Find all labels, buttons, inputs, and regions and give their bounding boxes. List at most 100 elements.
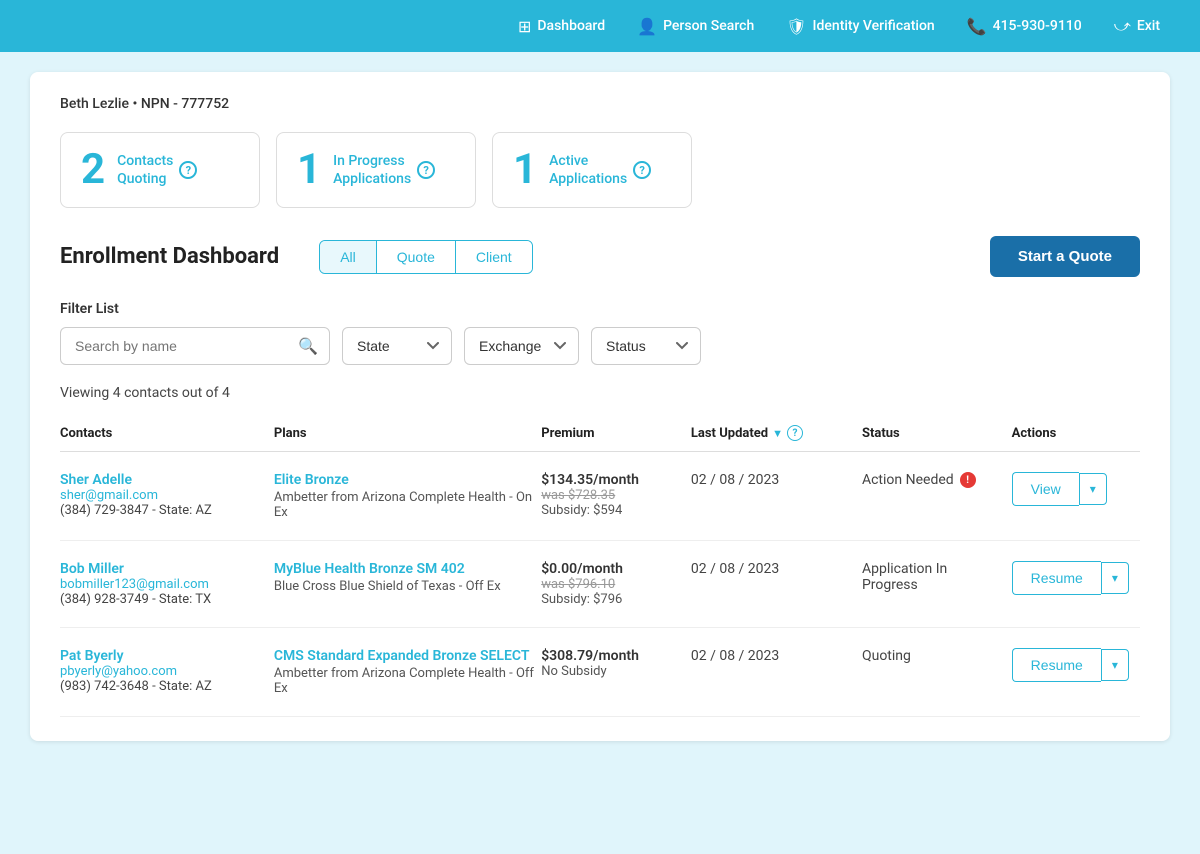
stat-number-in-progress: 1 xyxy=(297,149,321,191)
stat-in-progress: 1 In ProgressApplications ? xyxy=(276,132,476,208)
premium-cell-pat: $308.79/month No Subsidy xyxy=(541,648,691,679)
action-dropdown-sher[interactable]: ▾ xyxy=(1079,473,1107,505)
page-title: Enrollment Dashboard xyxy=(60,244,279,269)
start-quote-button[interactable]: Start a Quote xyxy=(990,236,1140,277)
grid-icon: ⊞ xyxy=(518,17,531,36)
status-sher: Action Needed ! xyxy=(862,472,1012,488)
actions-sher: View ▾ xyxy=(1012,472,1140,506)
last-updated-bob: 02 / 08 / 2023 xyxy=(691,561,862,577)
dashboard-header: Enrollment Dashboard All Quote Client St… xyxy=(60,236,1140,277)
contact-name-pat[interactable]: Pat Byerly xyxy=(60,648,274,664)
nav-phone[interactable]: 📞 415-930-9110 xyxy=(967,17,1082,36)
contact-cell-bob: Bob Miller bobmiller123@gmail.com (384) … xyxy=(60,561,274,607)
filter-list-label: Filter List xyxy=(60,301,1140,317)
stat-label-in-progress: In ProgressApplications xyxy=(333,152,411,188)
premium-subsidy-sher: Subsidy: $594 xyxy=(541,503,691,518)
th-actions: Actions xyxy=(1012,425,1140,441)
stat-number-active: 1 xyxy=(513,149,537,191)
table-row: Pat Byerly pbyerly@yahoo.com (983) 742-3… xyxy=(60,628,1140,717)
view-button-sher[interactable]: View xyxy=(1012,472,1079,506)
last-updated-sher: 02 / 08 / 2023 xyxy=(691,472,862,488)
status-dropdown[interactable]: Status xyxy=(591,327,701,365)
actions-pat: Resume ▾ xyxy=(1012,648,1140,682)
plan-name-pat[interactable]: CMS Standard Expanded Bronze SELECT xyxy=(274,648,541,664)
in-progress-help-icon[interactable]: ? xyxy=(417,161,435,179)
premium-was-bob: was $796.10 xyxy=(541,577,691,592)
table-header: Contacts Plans Premium Last Updated ▼ ? … xyxy=(60,417,1140,452)
phone-icon: 📞 xyxy=(967,17,987,36)
search-input[interactable] xyxy=(60,327,330,365)
premium-was-sher: was $728.35 xyxy=(541,488,691,503)
tab-quote[interactable]: Quote xyxy=(377,241,456,273)
th-premium: Premium xyxy=(541,425,691,441)
filter-tabs: All Quote Client xyxy=(319,240,533,274)
plan-cell-sher: Elite Bronze Ambetter from Arizona Compl… xyxy=(274,472,541,520)
plan-provider-sher: Ambetter from Arizona Complete Health - … xyxy=(274,490,541,520)
agent-name: Beth Lezlie xyxy=(60,96,129,112)
contact-phone-bob: (384) 928-3749 - State: TX xyxy=(60,592,274,607)
table-row: Bob Miller bobmiller123@gmail.com (384) … xyxy=(60,541,1140,628)
last-updated-pat: 02 / 08 / 2023 xyxy=(691,648,862,664)
agent-info: Beth Lezlie • NPN - 777752 xyxy=(60,96,1140,112)
actions-bob: Resume ▾ xyxy=(1012,561,1140,595)
search-icon: 🔍 xyxy=(298,337,318,356)
premium-cell-bob: $0.00/month was $796.10 Subsidy: $796 xyxy=(541,561,691,607)
status-error-icon-sher: ! xyxy=(960,472,976,488)
premium-amount-pat: $308.79/month xyxy=(541,648,691,664)
filter-controls: 🔍 State Exchange Status xyxy=(60,327,1140,365)
contact-email-bob[interactable]: bobmiller123@gmail.com xyxy=(60,577,274,592)
exit-icon: ⤻ xyxy=(1114,16,1131,36)
viewing-info: Viewing 4 contacts out of 4 xyxy=(60,385,1140,401)
filter-section: Filter List 🔍 State Exchange Status xyxy=(60,301,1140,365)
nav-dashboard[interactable]: ⊞ Dashboard xyxy=(518,17,605,36)
resume-button-pat[interactable]: Resume xyxy=(1012,648,1101,682)
plan-cell-bob: MyBlue Health Bronze SM 402 Blue Cross B… xyxy=(274,561,541,594)
state-dropdown[interactable]: State xyxy=(342,327,452,365)
contact-email-sher[interactable]: sher@gmail.com xyxy=(60,488,274,503)
stat-active-applications: 1 ActiveApplications ? xyxy=(492,132,692,208)
nav-person-search[interactable]: 👤 Person Search xyxy=(637,17,754,36)
plan-cell-pat: CMS Standard Expanded Bronze SELECT Ambe… xyxy=(274,648,541,696)
th-status: Status xyxy=(862,425,1012,441)
nav-identity-verification[interactable]: 🛡 Identity Verification xyxy=(786,17,934,36)
premium-subsidy-pat: No Subsidy xyxy=(541,664,691,679)
main-wrapper: Beth Lezlie • NPN - 777752 2 ContactsQuo… xyxy=(0,52,1200,771)
resume-button-bob[interactable]: Resume xyxy=(1012,561,1101,595)
th-last-updated[interactable]: Last Updated ▼ ? xyxy=(691,425,862,441)
status-bob: Application InProgress xyxy=(862,561,1012,593)
stat-label-active: ActiveApplications xyxy=(549,152,627,188)
exchange-dropdown[interactable]: Exchange xyxy=(464,327,579,365)
premium-amount-bob: $0.00/month xyxy=(541,561,691,577)
plan-provider-pat: Ambetter from Arizona Complete Health - … xyxy=(274,666,541,696)
contact-cell-pat: Pat Byerly pbyerly@yahoo.com (983) 742-3… xyxy=(60,648,274,694)
premium-subsidy-bob: Subsidy: $796 xyxy=(541,592,691,607)
premium-cell-sher: $134.35/month was $728.35 Subsidy: $594 xyxy=(541,472,691,518)
tab-client[interactable]: Client xyxy=(456,241,532,273)
person-icon: 👤 xyxy=(637,17,657,36)
content-card: Beth Lezlie • NPN - 777752 2 ContactsQuo… xyxy=(30,72,1170,741)
stat-label-contacts: ContactsQuoting xyxy=(117,152,173,188)
th-plans: Plans xyxy=(274,425,541,441)
stat-contacts-quoting: 2 ContactsQuoting ? xyxy=(60,132,260,208)
action-dropdown-pat[interactable]: ▾ xyxy=(1101,649,1129,681)
th-contacts: Contacts xyxy=(60,425,274,441)
shield-icon: 🛡 xyxy=(786,17,806,36)
header-left: Enrollment Dashboard All Quote Client xyxy=(60,240,533,274)
plan-name-bob[interactable]: MyBlue Health Bronze SM 402 xyxy=(274,561,541,577)
tab-all[interactable]: All xyxy=(320,241,377,273)
contact-name-bob[interactable]: Bob Miller xyxy=(60,561,274,577)
plan-name-sher[interactable]: Elite Bronze xyxy=(274,472,541,488)
plan-provider-bob: Blue Cross Blue Shield of Texas - Off Ex xyxy=(274,579,541,594)
status-pat: Quoting xyxy=(862,648,1012,664)
contact-name-sher[interactable]: Sher Adelle xyxy=(60,472,274,488)
action-dropdown-bob[interactable]: ▾ xyxy=(1101,562,1129,594)
stat-number-contacts: 2 xyxy=(81,149,105,191)
contact-email-pat[interactable]: pbyerly@yahoo.com xyxy=(60,664,274,679)
sort-down-icon: ▼ xyxy=(772,427,783,440)
active-applications-help-icon[interactable]: ? xyxy=(633,161,651,179)
last-updated-help-icon[interactable]: ? xyxy=(787,425,803,441)
stats-row: 2 ContactsQuoting ? 1 In ProgressApplica… xyxy=(60,132,1140,208)
premium-amount-sher: $134.35/month xyxy=(541,472,691,488)
nav-exit[interactable]: ⤻ Exit xyxy=(1114,16,1160,36)
contacts-quoting-help-icon[interactable]: ? xyxy=(179,161,197,179)
